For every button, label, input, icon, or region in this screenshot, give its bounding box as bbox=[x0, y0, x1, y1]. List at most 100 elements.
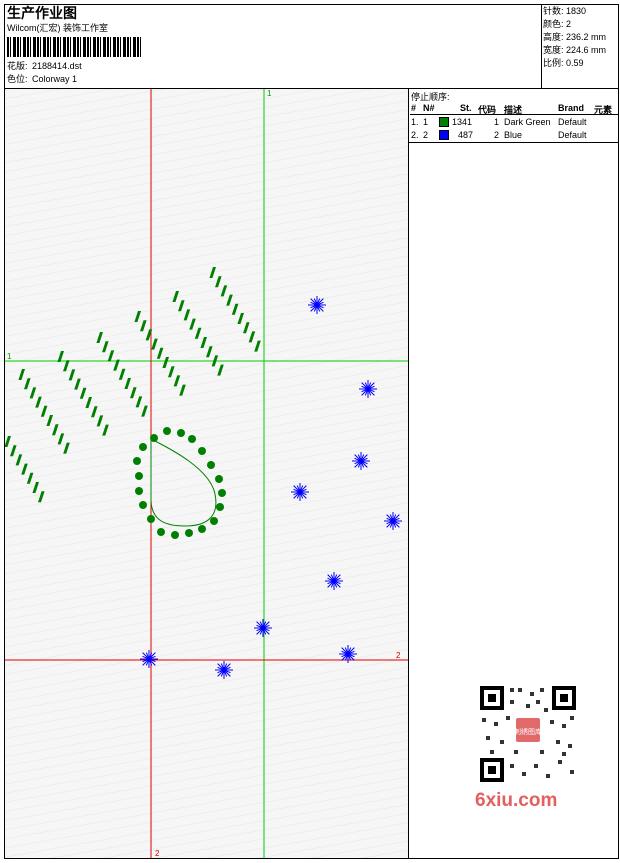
stat-value: 236.2 mm bbox=[566, 32, 607, 42]
teardrop-outline bbox=[150, 438, 217, 527]
satin-stitch bbox=[74, 378, 81, 390]
qr-watermark: 刺绣图库 bbox=[470, 680, 584, 784]
satin-stitch bbox=[156, 347, 164, 359]
satin-stitch bbox=[68, 369, 76, 381]
star-stitch bbox=[140, 650, 158, 668]
bead-dot bbox=[147, 515, 155, 523]
satin-stitch bbox=[179, 384, 186, 396]
satin-stitch bbox=[18, 369, 25, 380]
green-guide-label-left: 1 bbox=[7, 352, 12, 361]
watermark-site: 6xiu.com bbox=[475, 790, 558, 811]
satin-stitch bbox=[24, 378, 31, 390]
satin-stitch bbox=[57, 433, 65, 445]
col-hash: # bbox=[411, 103, 417, 113]
satin-stitch bbox=[140, 320, 147, 332]
bead-dot bbox=[218, 489, 226, 497]
satin-stitch bbox=[178, 300, 185, 312]
green-satin-stripes bbox=[4, 267, 261, 503]
star-stitch bbox=[325, 572, 343, 590]
red-guide-label-bottom: 2 bbox=[155, 849, 160, 858]
satin-stitch bbox=[91, 406, 98, 418]
satin-stitch bbox=[79, 387, 87, 399]
stat-scale: 比例: 0.59 bbox=[543, 57, 618, 70]
stat-label: 比例: bbox=[543, 58, 564, 68]
col-n: N# bbox=[423, 103, 435, 113]
stat-value: 224.6 mm bbox=[566, 45, 607, 55]
satin-stitch bbox=[107, 350, 115, 362]
satin-stitch bbox=[21, 463, 28, 475]
satin-stitch bbox=[220, 285, 228, 297]
table-header-rule bbox=[410, 114, 618, 115]
satin-stitch bbox=[102, 424, 109, 436]
satin-stitch bbox=[102, 341, 109, 353]
green-guide-label-top: 1 bbox=[267, 89, 272, 98]
bead-dot bbox=[198, 447, 206, 455]
stat-width: 宽度: 224.6 mm bbox=[543, 44, 618, 57]
row2-brand: Default bbox=[558, 130, 587, 140]
satin-stitch bbox=[26, 472, 34, 484]
design-file: 2188414.dst bbox=[32, 61, 82, 71]
satin-stitch bbox=[38, 491, 45, 503]
row2-description: Blue bbox=[504, 130, 523, 140]
row1-n: 1 bbox=[423, 117, 429, 127]
satin-stitch bbox=[63, 360, 70, 372]
star-stitch bbox=[291, 483, 309, 501]
satin-stitch bbox=[254, 340, 261, 352]
satin-stitch bbox=[29, 387, 37, 399]
row1-color-swatch bbox=[439, 117, 449, 127]
star-stitch bbox=[308, 296, 326, 314]
table-bottom-divider bbox=[408, 142, 619, 143]
satin-stitch bbox=[63, 442, 70, 454]
satin-stitch bbox=[96, 332, 103, 343]
stop-sequence-title: 停止顺序: bbox=[411, 92, 450, 102]
watermark-badge: 刺绣图库 bbox=[514, 727, 542, 736]
bead-dot bbox=[163, 427, 171, 435]
stat-value: 1830 bbox=[566, 6, 587, 16]
satin-stitch bbox=[96, 415, 104, 427]
satin-stitch bbox=[243, 322, 250, 334]
company-name: Wilcom(汇宏) 装饰工作室 bbox=[7, 23, 108, 33]
row1-num: 1. bbox=[411, 117, 419, 127]
row2-code: 2 bbox=[494, 130, 500, 140]
bead-dot bbox=[198, 525, 206, 533]
bead-dot bbox=[216, 503, 224, 511]
bead-dot bbox=[185, 529, 193, 537]
bead-dot bbox=[135, 472, 143, 480]
satin-stitch bbox=[32, 482, 39, 493]
design-canvas[interactable]: 1 1 2 2 bbox=[4, 89, 408, 858]
satin-stitch bbox=[183, 309, 191, 321]
satin-stitch bbox=[10, 445, 17, 457]
satin-stitch bbox=[46, 415, 53, 426]
stats-block: 针数: 1830 颜色: 2 高度: 236.2 mm 宽度: 224.6 mm… bbox=[543, 5, 618, 70]
bead-dot bbox=[171, 531, 179, 539]
stats-divider bbox=[541, 4, 542, 88]
bead-dot bbox=[139, 443, 147, 451]
satin-stitch bbox=[35, 396, 42, 408]
col-stitches: St. bbox=[460, 103, 472, 113]
star-stitch bbox=[384, 512, 402, 530]
star-stitch bbox=[215, 661, 233, 679]
stat-value: 0.59 bbox=[566, 58, 584, 68]
colorway-value: Colorway 1 bbox=[32, 74, 78, 84]
row2-num: 2. bbox=[411, 130, 419, 140]
bead-dot bbox=[139, 501, 147, 509]
satin-stitch bbox=[189, 318, 196, 330]
stat-label: 颜色: bbox=[543, 19, 564, 29]
satin-stitch bbox=[4, 436, 12, 447]
satin-stitch bbox=[231, 303, 239, 315]
row1-stitches: 1341 bbox=[452, 117, 473, 127]
colorway-label: 色位: Colorway 1 bbox=[7, 74, 77, 85]
satin-stitch bbox=[215, 276, 222, 288]
bead-dot bbox=[157, 528, 165, 536]
satin-stitch bbox=[248, 331, 256, 343]
satin-stitch bbox=[194, 327, 202, 339]
satin-stitch bbox=[162, 357, 170, 368]
bead-dot bbox=[188, 435, 196, 443]
bead-dot bbox=[177, 429, 185, 437]
stat-label: 高度: bbox=[543, 32, 564, 42]
satin-stitch bbox=[151, 338, 158, 350]
satin-stitch bbox=[134, 311, 142, 322]
design-label-text: 花版: bbox=[7, 61, 28, 71]
bead-dot bbox=[215, 475, 223, 483]
satin-stitch bbox=[226, 294, 233, 306]
